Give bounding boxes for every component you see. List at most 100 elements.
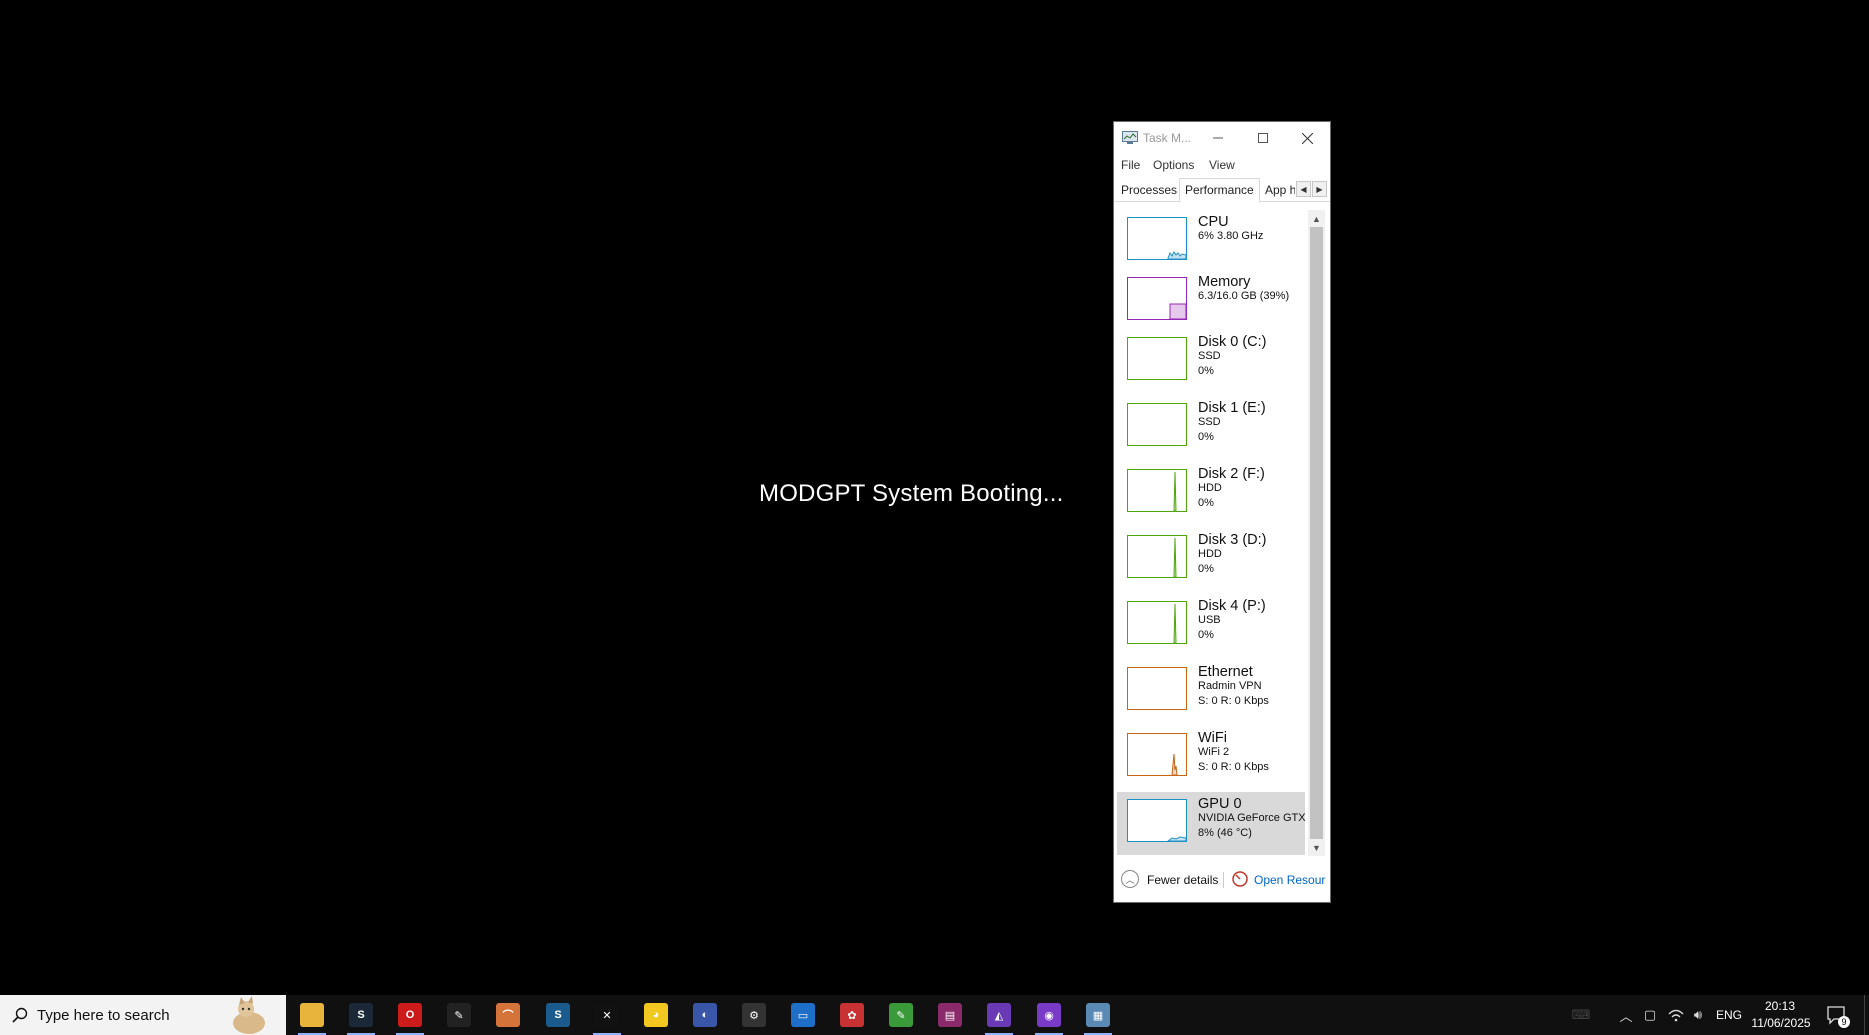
taskbar-steam-button[interactable]: S — [337, 995, 385, 1035]
performance-list[interactable]: CPU 6% 3.80 GHz Memory 6.3/16.0 GB (39%) Dis… — [1117, 210, 1305, 856]
taskbar-task-manager-button[interactable]: ▦ — [1074, 995, 1122, 1035]
cpu-graph-icon — [1127, 217, 1187, 260]
taskbar-opera-button[interactable]: O — [386, 995, 434, 1035]
perf-item-disk-0-c[interactable]: Disk 0 (C:) SSD 0% — [1117, 330, 1305, 393]
taskbar-smm-settings-button[interactable]: ⚙ — [730, 995, 778, 1035]
taskbar-browser-button[interactable]: ◐ — [681, 995, 729, 1035]
steam-2-icon: S — [546, 1003, 570, 1027]
taskbar-steam-2-button[interactable]: S — [534, 995, 582, 1035]
maximize-button[interactable] — [1240, 122, 1285, 154]
clock-time[interactable]: 20:13 — [1752, 999, 1808, 1013]
taskbar-app-4-button[interactable]: ✎ — [435, 995, 483, 1035]
menu-view[interactable]: View — [1209, 158, 1235, 172]
perf-item-title: GPU 0 — [1198, 796, 1242, 812]
disk-graph-icon — [1127, 601, 1187, 644]
taskbar-rubber-duck-button[interactable]: ◕ — [632, 995, 680, 1035]
perf-item-detail: NVIDIA GeForce GTX — [1198, 812, 1305, 824]
network-graph-icon — [1127, 733, 1187, 776]
notification-badge: 9 — [1838, 1016, 1850, 1028]
chevron-up-icon[interactable]: ︿ — [1121, 870, 1139, 888]
perf-item-detail: 0% — [1198, 629, 1214, 641]
rubber-duck-icon: ◕ — [644, 1003, 668, 1027]
perf-item-memory[interactable]: Memory 6.3/16.0 GB (39%) — [1117, 270, 1305, 333]
taskbar-app-5-button[interactable]: ⌒ — [484, 995, 532, 1035]
scroll-thumb[interactable] — [1310, 227, 1323, 839]
network-graph-icon — [1127, 667, 1187, 710]
task-manager-window[interactable]: Task M... File Options View Processes Pe… — [1113, 121, 1331, 903]
scroll-up-icon[interactable]: ▲ — [1308, 210, 1325, 227]
github-desktop-icon: ◉ — [1037, 1003, 1061, 1027]
tab-performance[interactable]: Performance — [1179, 178, 1260, 203]
perf-item-disk-2-f[interactable]: Disk 2 (F:) HDD 0% — [1117, 462, 1305, 525]
taskbar-winrar-button[interactable]: ▤ — [926, 995, 974, 1035]
task-manager-icon: ▦ — [1086, 1003, 1110, 1027]
volume-icon[interactable]: 🔊︎ — [1689, 1006, 1707, 1024]
menu-file[interactable]: File — [1121, 158, 1140, 172]
minimize-button[interactable] — [1195, 122, 1240, 154]
tablet-icon[interactable]: ▢ — [1641, 1006, 1659, 1024]
network-icon[interactable] — [1667, 1006, 1685, 1024]
perf-item-detail: 0% — [1198, 365, 1214, 377]
notepad-app-icon: ✎ — [889, 1003, 913, 1027]
keyboard-icon[interactable]: ⌨ — [1572, 1006, 1591, 1024]
close-button[interactable] — [1285, 122, 1330, 154]
search-box[interactable]: Type here to search — [0, 995, 286, 1035]
show-desktop-button[interactable] — [1864, 995, 1869, 1035]
scrollbar[interactable]: ▲ ▼ — [1308, 210, 1325, 856]
clock-date[interactable]: 11/06/2025 — [1749, 1016, 1813, 1030]
taskbar-file-explorer-button[interactable] — [288, 995, 336, 1035]
search-icon — [12, 1007, 28, 1023]
tab-processes[interactable]: Processes — [1121, 180, 1177, 202]
perf-item-title: Disk 0 (C:) — [1198, 334, 1267, 350]
perf-item-title: Disk 3 (D:) — [1198, 532, 1267, 548]
taskbar-app-12-button[interactable]: ✿ — [828, 995, 876, 1035]
menu-options[interactable]: Options — [1153, 158, 1194, 172]
desktop: MODGPT System Booting... — [0, 0, 1869, 995]
tab-scroll-left-icon[interactable]: ◀ — [1296, 181, 1311, 197]
steam-icon: S — [349, 1003, 373, 1027]
fewer-details-button[interactable]: Fewer details — [1147, 873, 1218, 887]
tab-app-history[interactable]: App h — [1265, 180, 1295, 202]
wifi-icon — [1668, 1009, 1684, 1022]
taskbar-notepad-app-button[interactable]: ✎ — [877, 995, 925, 1035]
perf-item-ethernet[interactable]: Ethernet Radmin VPN S: 0 R: 0 Kbps — [1117, 660, 1305, 723]
open-resource-monitor-link[interactable]: Open Resour — [1254, 873, 1325, 887]
perf-item-detail: SSD — [1198, 416, 1221, 428]
scroll-down-icon[interactable]: ▼ — [1308, 839, 1325, 856]
perf-item-cpu[interactable]: CPU 6% 3.80 GHz — [1117, 210, 1305, 273]
smm-settings-icon: ⚙ — [742, 1003, 766, 1027]
taskbar-window-app-button[interactable]: ▭ — [779, 995, 827, 1035]
minimize-icon — [1212, 137, 1223, 139]
perf-item-detail: 6% 3.80 GHz — [1198, 230, 1264, 242]
window-title: Task M... — [1143, 131, 1192, 145]
taskbar-app-7-button[interactable]: ✕ — [583, 995, 631, 1035]
window-app-icon: ▭ — [791, 1003, 815, 1027]
resource-monitor-icon — [1232, 871, 1248, 887]
chevron-up-icon[interactable]: ︿ — [1617, 1006, 1635, 1024]
disk-graph-icon — [1127, 469, 1187, 512]
perf-item-disk-4-p[interactable]: Disk 4 (P:) USB 0% — [1117, 594, 1305, 657]
perf-item-detail: 8% (46 °C) — [1198, 827, 1252, 839]
perf-item-detail: 0% — [1198, 563, 1214, 575]
taskbar-github-desktop-button[interactable]: ◉ — [1025, 995, 1073, 1035]
footer-divider — [1223, 872, 1224, 888]
opera-icon: O — [398, 1003, 422, 1027]
perf-item-wifi[interactable]: WiFi WiFi 2 S: 0 R: 0 Kbps — [1117, 726, 1305, 789]
perf-item-disk-3-d[interactable]: Disk 3 (D:) HDD 0% — [1117, 528, 1305, 591]
visual-studio-icon: ◭ — [987, 1003, 1011, 1027]
perf-item-detail: S: 0 R: 0 Kbps — [1198, 761, 1269, 773]
footer: ︿ Fewer details Open Resour — [1114, 864, 1330, 902]
tab-bar: Processes Performance App h ◀ ▶ — [1114, 176, 1330, 203]
perf-item-gpu-0[interactable]: GPU 0 NVIDIA GeForce GTX 8% (46 °C) — [1117, 792, 1305, 855]
perf-item-title: WiFi — [1198, 730, 1227, 746]
perf-item-disk-1-e[interactable]: Disk 1 (E:) SSD 0% — [1117, 396, 1305, 459]
app-4-icon: ✎ — [447, 1003, 471, 1027]
menu-bar: File Options View — [1114, 154, 1330, 176]
title-bar[interactable]: Task M... — [1114, 122, 1330, 154]
language-indicator[interactable]: ENG — [1716, 1008, 1742, 1022]
taskbar-visual-studio-button[interactable]: ◭ — [975, 995, 1023, 1035]
perf-item-detail: HDD — [1198, 548, 1222, 560]
tab-scroll-right-icon[interactable]: ▶ — [1312, 181, 1327, 197]
perf-item-detail: Radmin VPN — [1198, 680, 1262, 692]
perf-item-detail: 0% — [1198, 497, 1214, 509]
